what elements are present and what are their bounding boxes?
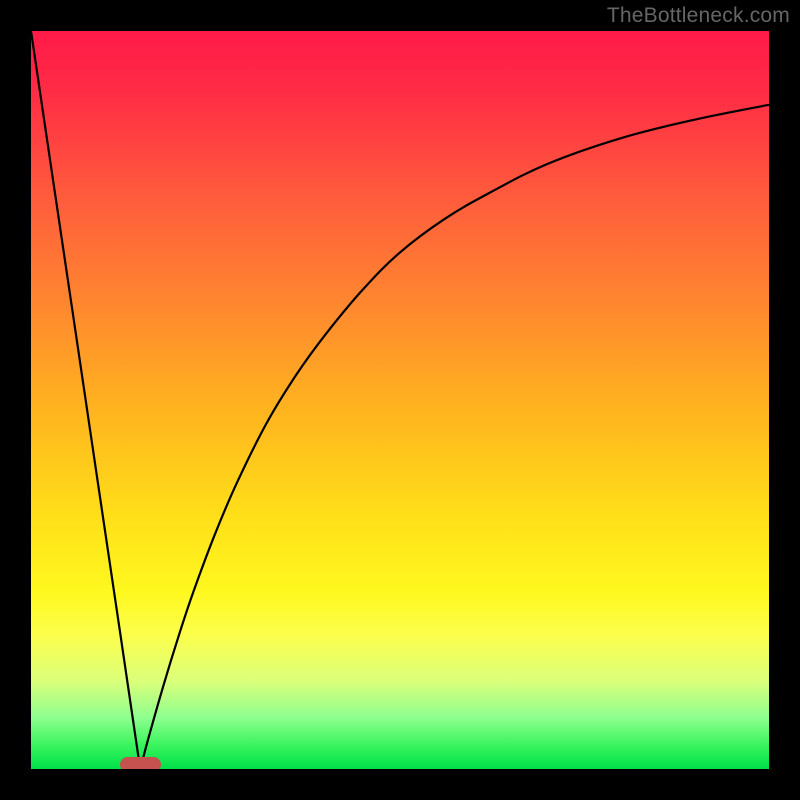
curve-left-branch xyxy=(31,31,140,769)
curve-right-branch xyxy=(140,105,769,769)
plot-area xyxy=(31,31,769,769)
watermark-text: TheBottleneck.com xyxy=(607,4,790,28)
bottom-marker xyxy=(120,757,161,769)
chart-frame: TheBottleneck.com xyxy=(0,0,800,800)
curve-layer xyxy=(31,31,769,769)
